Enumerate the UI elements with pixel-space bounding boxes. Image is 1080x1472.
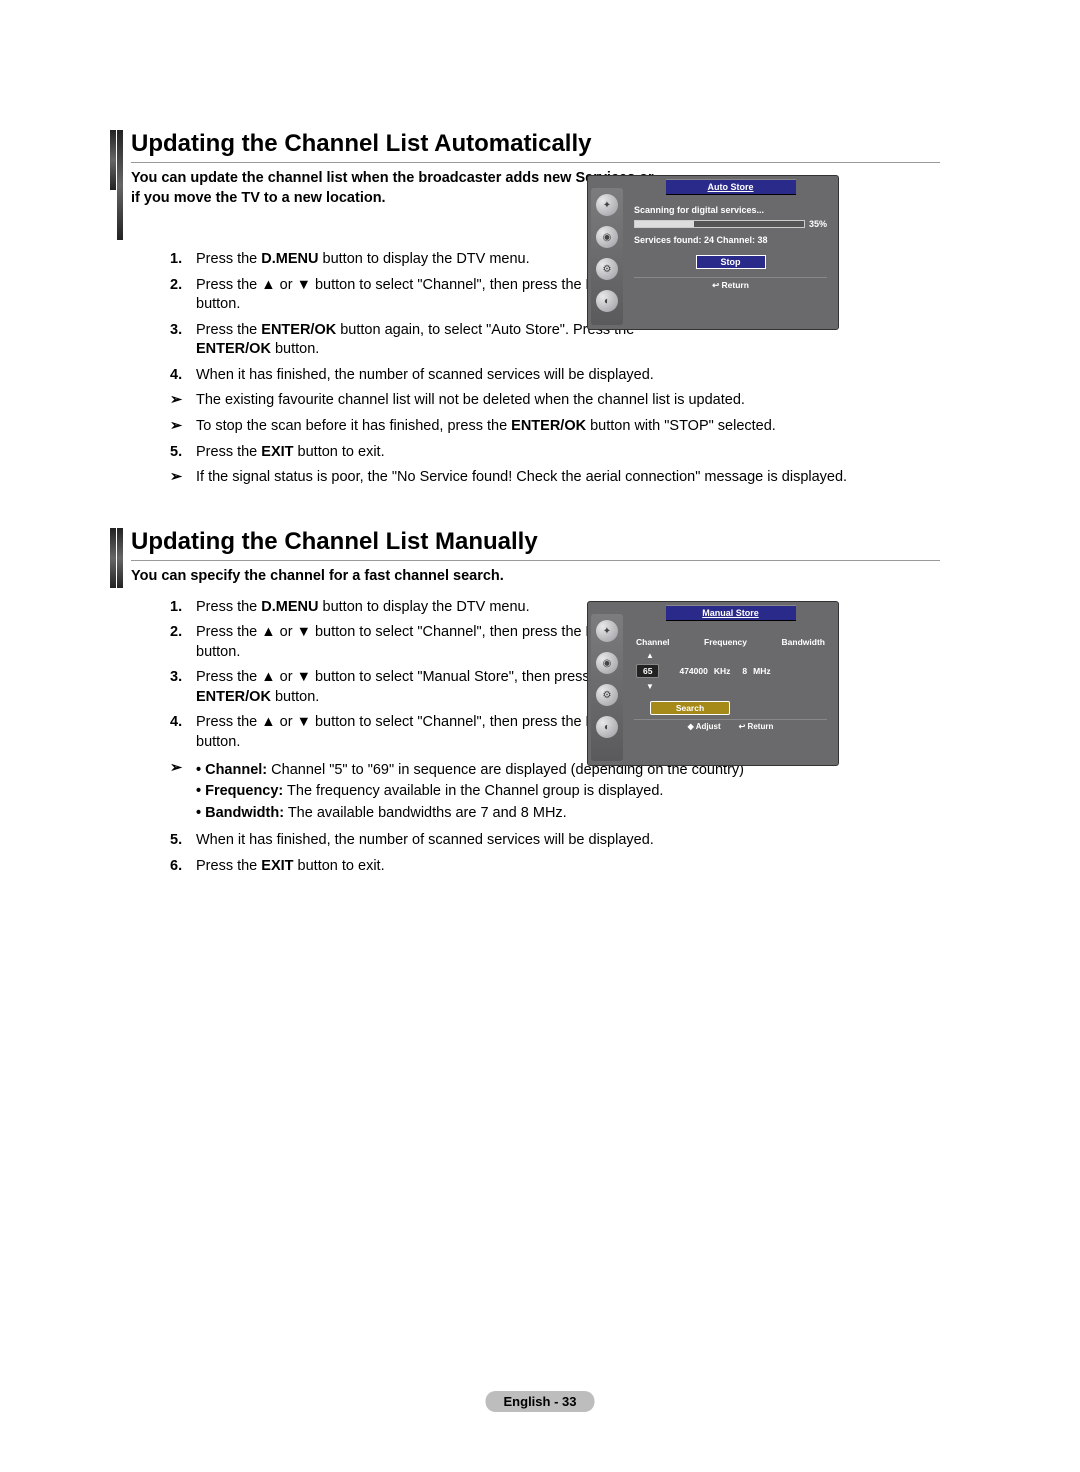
osd-return-hint: ↩ Return	[634, 277, 827, 291]
osd-found-text: Services found: 24 Channel: 38	[634, 235, 827, 245]
menu-icon: ◐	[596, 290, 618, 312]
step-text: Press the EXIT button to exit.	[196, 443, 940, 463]
menu-icon: ⚙	[596, 258, 618, 280]
menu-icon: ◉	[596, 652, 618, 674]
bandwidth-unit: MHz	[753, 666, 770, 676]
progress-fill	[635, 221, 694, 227]
header-bars-icon	[110, 130, 123, 240]
frequency-value: 474000	[679, 666, 707, 676]
step-number: 5.	[170, 831, 196, 851]
bandwidth-value: 8	[742, 666, 747, 676]
note-text: If the signal status is poor, the "No Se…	[196, 468, 940, 488]
step-number: 3.	[170, 668, 196, 707]
step-number: 1.	[170, 250, 196, 270]
note-text: • Channel: Channel "5" to "69" in sequen…	[196, 759, 940, 826]
step-text: When it has finished, the number of scan…	[196, 831, 940, 851]
step-number: 2.	[170, 276, 196, 315]
note-arrow-icon: ➢	[170, 468, 196, 488]
channel-value[interactable]: 65	[636, 664, 659, 678]
osd-progress: 35%	[634, 219, 827, 229]
step-number: 2.	[170, 623, 196, 662]
step-text: When it has finished, the number of scan…	[196, 366, 678, 386]
note-text: To stop the scan before it has finished,…	[196, 417, 940, 437]
osd-sidebar: ✦ ◉ ⚙ ◐	[591, 614, 623, 761]
menu-icon: ◐	[596, 716, 618, 738]
osd-manual-store: ✦ ◉ ⚙ ◐ Manual Store Channel Frequency B…	[587, 601, 839, 766]
menu-icon: ✦	[596, 194, 618, 216]
osd-sidebar: ✦ ◉ ⚙ ◐	[591, 188, 623, 325]
step-number: 1.	[170, 598, 196, 618]
col-bandwidth: Bandwidth	[782, 637, 825, 647]
osd-stop-button[interactable]: Stop	[696, 255, 766, 269]
up-arrow-icon: ▲	[634, 651, 827, 660]
col-frequency: Frequency	[704, 637, 747, 647]
osd-adjust-hint: ◆ Adjust	[688, 722, 721, 731]
osd-scanning-text: Scanning for digital services...	[634, 205, 827, 215]
note-arrow-icon: ➢	[170, 759, 196, 826]
step-number: 6.	[170, 857, 196, 877]
section-title: Updating the Channel List Manually	[131, 528, 940, 561]
note-arrow-icon: ➢	[170, 417, 196, 437]
section-intro: You can specify the channel for a fast c…	[131, 567, 940, 587]
osd-auto-store: ✦ ◉ ⚙ ◐ Auto Store Scanning for digital …	[587, 175, 839, 330]
osd-tab-title: Manual Store	[666, 605, 796, 621]
header-bars-icon	[110, 528, 123, 588]
note-text: The existing favourite channel list will…	[196, 391, 940, 411]
step-number: 4.	[170, 366, 196, 386]
col-channel: Channel	[636, 637, 670, 647]
osd-search-button[interactable]: Search	[650, 701, 730, 715]
menu-icon: ⚙	[596, 684, 618, 706]
note-arrow-icon: ➢	[170, 391, 196, 411]
osd-progress-percent: 35%	[809, 219, 827, 229]
osd-return-hint: ↩ Return	[739, 722, 774, 731]
down-arrow-icon: ▼	[634, 682, 827, 691]
osd-tab-title: Auto Store	[666, 179, 796, 195]
step-number: 4.	[170, 713, 196, 752]
step-number: 3.	[170, 321, 196, 360]
menu-icon: ✦	[596, 620, 618, 642]
menu-icon: ◉	[596, 226, 618, 248]
frequency-unit: KHz	[714, 666, 731, 676]
step-number: 5.	[170, 443, 196, 463]
section-title: Updating the Channel List Automatically	[131, 130, 940, 163]
step-text: Press the EXIT button to exit.	[196, 857, 940, 877]
page-footer: English - 33	[486, 1391, 595, 1412]
